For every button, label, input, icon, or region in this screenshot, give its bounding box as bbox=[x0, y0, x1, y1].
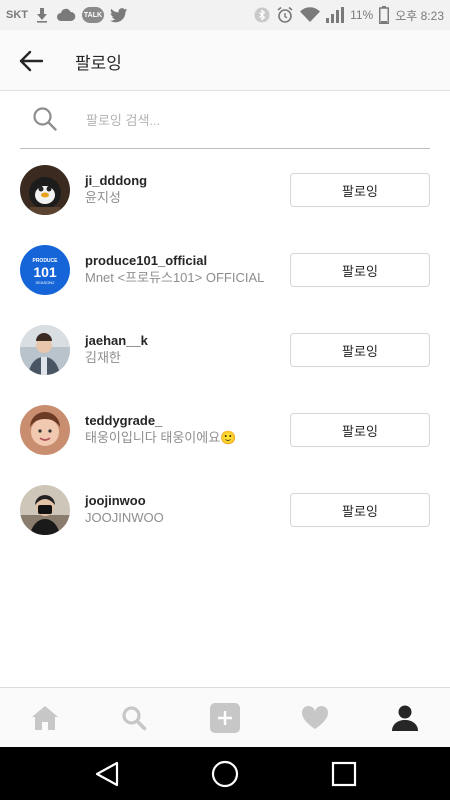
username[interactable]: joojinwoo bbox=[85, 492, 285, 509]
following-button[interactable]: 팔로잉 bbox=[290, 173, 430, 207]
talk-icon: TALK bbox=[82, 7, 104, 23]
top-bar: 팔로잉 bbox=[0, 30, 450, 91]
avatar[interactable] bbox=[20, 165, 70, 215]
following-button[interactable]: 팔로잉 bbox=[290, 253, 430, 287]
avatar[interactable] bbox=[20, 485, 70, 535]
profile-icon[interactable] bbox=[388, 701, 422, 735]
avatar[interactable] bbox=[20, 405, 70, 455]
recents-square-icon[interactable] bbox=[327, 757, 361, 791]
alarm-icon bbox=[276, 6, 294, 24]
avatar-text: 101 bbox=[33, 264, 57, 280]
cloud-icon bbox=[56, 8, 76, 22]
system-navigation-bar bbox=[0, 747, 450, 800]
full-name: JOOJINWOO bbox=[85, 510, 164, 525]
bluetooth-icon bbox=[254, 7, 270, 23]
following-button[interactable]: 팔로잉 bbox=[290, 333, 430, 367]
status-bar: SKT TALK 11% 오후 8:23 bbox=[0, 0, 450, 30]
wifi-icon bbox=[300, 7, 321, 23]
full-name: Mnet <프로듀스101> OFFICIAL bbox=[85, 270, 265, 285]
username[interactable]: ji_dddong bbox=[85, 172, 285, 189]
add-icon[interactable] bbox=[208, 701, 242, 735]
status-time: 오후 8:23 bbox=[395, 8, 444, 23]
battery-icon bbox=[379, 6, 390, 24]
username[interactable]: teddygrade_ bbox=[85, 412, 285, 429]
twitter-icon bbox=[110, 7, 128, 23]
list-item[interactable]: PRODUCE 101 SEASON2 produce101_official Mn… bbox=[0, 245, 450, 325]
download-icon bbox=[34, 7, 50, 23]
list-item[interactable]: joojinwoo JOOJINWOO 팔로잉 bbox=[0, 485, 450, 565]
back-triangle-icon[interactable] bbox=[90, 757, 124, 791]
avatar[interactable]: PRODUCE 101 SEASON2 bbox=[20, 245, 70, 295]
following-button[interactable]: 팔로잉 bbox=[290, 413, 430, 447]
back-button[interactable] bbox=[16, 46, 46, 76]
smile-emoji: 🙂 bbox=[220, 430, 237, 445]
avatar[interactable] bbox=[20, 325, 70, 375]
full-name: 윤지성 bbox=[85, 190, 121, 205]
search-bar bbox=[20, 92, 430, 149]
search-icon bbox=[32, 106, 58, 132]
following-button[interactable]: 팔로잉 bbox=[290, 493, 430, 527]
full-name: 태웅이입니다 태웅이에요🙂 bbox=[85, 430, 237, 445]
search-input[interactable] bbox=[84, 106, 418, 134]
carrier-label: SKT bbox=[6, 9, 28, 21]
list-item[interactable]: jaehan__k 김재한 팔로잉 bbox=[0, 325, 450, 405]
bottom-navigation bbox=[0, 687, 450, 748]
signal-icon bbox=[326, 7, 345, 23]
page-title: 팔로잉 bbox=[75, 54, 122, 73]
home-circle-icon[interactable] bbox=[208, 757, 242, 791]
username[interactable]: jaehan__k bbox=[85, 332, 285, 349]
username[interactable]: produce101_official bbox=[85, 252, 285, 269]
heart-icon[interactable] bbox=[298, 701, 332, 735]
full-name: 김재한 bbox=[85, 350, 121, 365]
list-item[interactable]: teddygrade_ 태웅이입니다 태웅이에요🙂 팔로잉 bbox=[0, 405, 450, 485]
avatar-text: SEASON2 bbox=[36, 280, 56, 285]
search-icon[interactable] bbox=[117, 701, 151, 735]
list-item[interactable]: ji_dddong 윤지성 팔로잉 bbox=[0, 165, 450, 245]
home-icon[interactable] bbox=[28, 701, 62, 735]
battery-level: 11% bbox=[350, 8, 374, 22]
arrow-left-icon bbox=[19, 50, 43, 72]
